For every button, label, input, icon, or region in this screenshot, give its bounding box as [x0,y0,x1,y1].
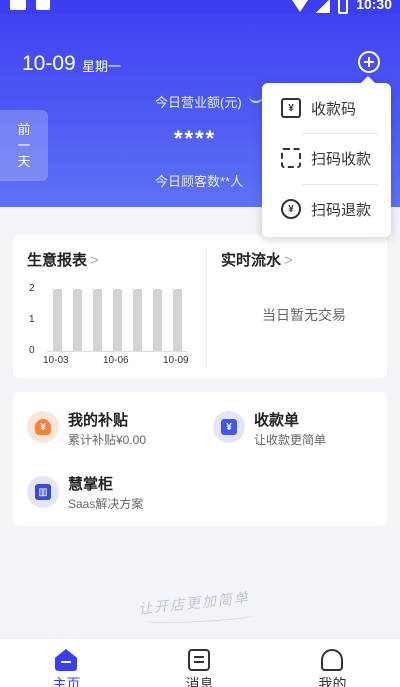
chevron-right-icon: > [90,252,99,269]
quick-action-popup: ¥ 收款码 扫码收款 ¥ 扫码退款 [262,76,391,237]
x-tick-label: 10-06 [103,355,129,366]
chart-bar[interactable] [72,289,82,351]
profile-icon [321,649,343,671]
cabinet-icon: ▥ [27,476,59,508]
nav-label: 主页 [52,676,81,687]
receipt-title: 收款单 [254,412,300,429]
chart-bar[interactable] [52,289,62,351]
y-tick-label: 1 [29,314,35,325]
app-notification-icon [36,0,50,10]
x-axis-line [47,351,187,352]
battery-icon [338,0,349,14]
chart-bar[interactable] [172,289,182,351]
nav-label: 消息 [185,676,214,687]
refund-icon: ¥ [281,199,301,219]
add-menu-button[interactable] [358,51,380,73]
card-divider [206,247,207,366]
status-time: 10:30 [356,0,392,12]
prev-day-char: 一 [17,137,31,153]
revenue-bar-chart[interactable]: 0 1 2 10-03 10-06 10-09 [27,283,197,373]
bottom-navigation: 主页 消息 我的 [0,638,400,687]
eye-closed-icon[interactable] [249,95,263,103]
popup-item-scan-collect[interactable]: 扫码收款 [262,133,391,183]
y-tick-label: 0 [29,345,35,356]
date-label[interactable]: 10-09 [22,52,76,76]
prev-day-char: 天 [17,153,31,169]
message-icon [188,649,210,671]
receipt-icon: ¥ [213,411,245,443]
weekday-label: 星期一 [82,59,122,74]
subsidy-subtitle: 累计补贴¥0.00 [68,433,147,447]
no-transactions-text: 当日暂无交易 [262,307,346,323]
revenue-label: 今日营业额(元) [155,95,242,110]
popup-item-label: 收款码 [311,100,357,118]
chart-bar[interactable] [152,289,162,351]
chart-bar[interactable] [132,289,142,351]
popup-item-scan-refund[interactable]: ¥ 扫码退款 [262,184,391,234]
qr-wallet-icon: ¥ [281,98,301,118]
chevron-right-icon: > [284,252,293,269]
business-report-link[interactable]: 生意报表 > [27,249,99,270]
visitor-count: 今日顾客数**人 [155,174,244,189]
features-card: ¥ 我的补贴 累计补贴¥0.00 ¥ 收款单 让收款更简单 ▥ 慧掌柜 Saas… [13,392,387,526]
popup-item-label: 扫码退款 [311,201,372,219]
revenue-value: **** [174,126,217,151]
home-icon [55,649,77,671]
prev-day-char: 前 [17,121,31,137]
money-bag-icon: ¥ [27,411,59,443]
status-bar: 10:30 [0,0,400,14]
signal-icon [316,0,331,13]
chart-bar[interactable] [92,289,102,351]
y-tick-label: 2 [29,283,35,294]
subsidy-title: 我的补贴 [68,412,129,429]
previous-day-button[interactable]: 前 一 天 [0,110,48,181]
realtime-flow-title: 实时流水 [221,252,282,269]
cabinet-subtitle: Saas解决方案 [68,497,144,511]
receipt-subtitle: 让收款更简单 [254,433,327,447]
scan-icon [281,148,301,168]
chart-bar[interactable] [112,289,122,351]
x-tick-label: 10-03 [43,355,69,366]
nav-tab-home[interactable]: 主页 [0,639,133,687]
x-tick-label: 10-09 [163,355,189,366]
business-report-title: 生意报表 [27,252,88,269]
business-report-card: 生意报表 > 实时流水 > 当日暂无交易 0 1 2 10-03 10-06 10-09 [13,235,387,378]
cabinet-title: 慧掌柜 [68,476,114,493]
nav-tab-messages[interactable]: 消息 [133,639,266,687]
nav-label: 我的 [318,676,347,687]
popup-item-label: 扫码收款 [311,150,372,168]
nav-tab-profile[interactable]: 我的 [266,639,399,687]
wifi-icon [292,0,309,12]
popup-item-payment-code[interactable]: ¥ 收款码 [262,83,391,133]
notification-icon [10,0,26,10]
realtime-flow-link[interactable]: 实时流水 > [221,249,293,270]
